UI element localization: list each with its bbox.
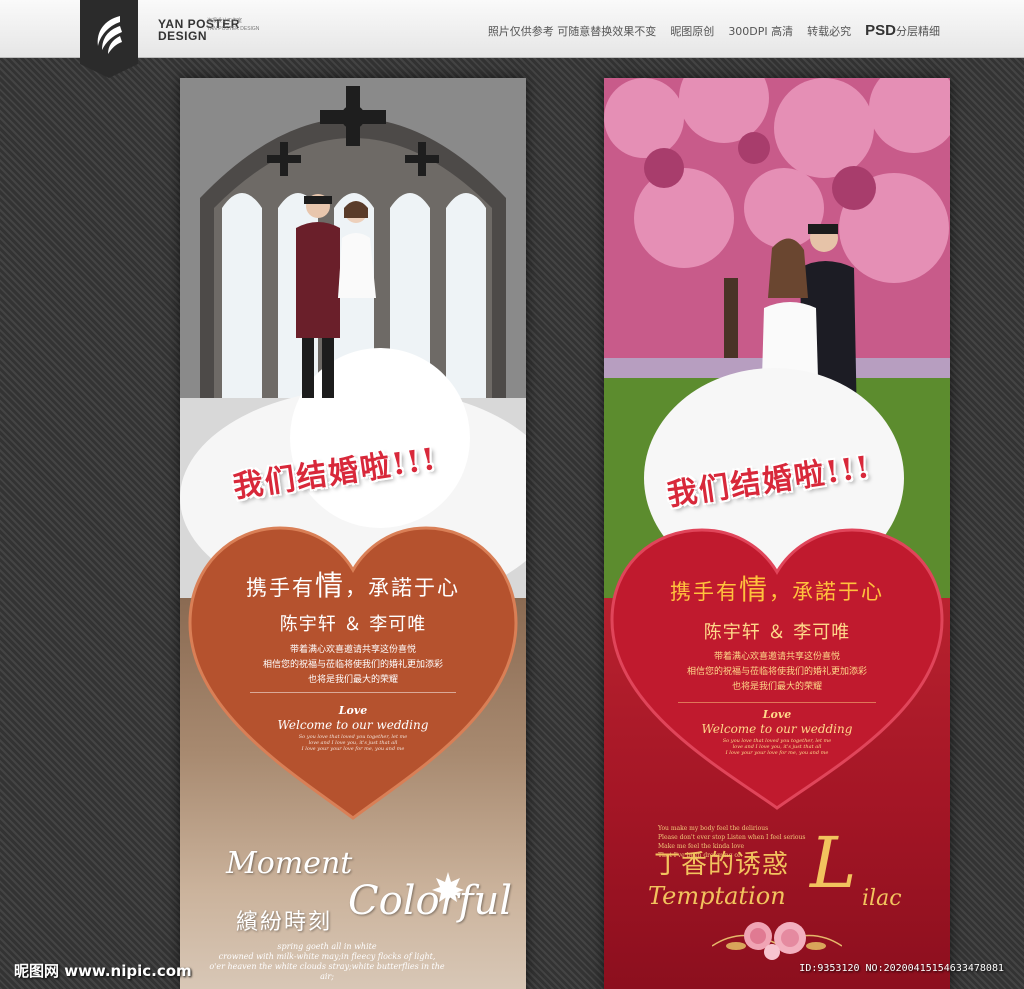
invitation-line: 相信您的祝福与莅临将使我们的婚礼更加添彩 [262,660,443,670]
moment-script: Moment [226,846,353,881]
spring-verse: spring goeth all in white crowned with m… [202,942,452,982]
invitation-line: 也将是我们最大的荣耀 [307,675,398,685]
note-psd: PSD [865,22,896,39]
poem-line: I love your your love for me, you and me [725,750,829,756]
poem-line: I love your your love for me, you and me [301,746,405,752]
lilac-script: ilac [862,886,902,911]
couple-names: 陈宇轩 ＆ 李可唯 [703,622,851,643]
welcome-text: Welcome to our wedding [277,718,429,732]
poster-right: 我们结婚啦!!! 携手有情，承諾于心 陈宇轩 ＆ 李可唯 带着满心欢喜邀请共享这… [604,78,950,989]
note-original: 昵图原创 [670,25,715,38]
love-poem: So you love that loved you together, let… [180,734,526,752]
invitation-text: 带着满心欢喜邀请共享这份喜悦 相信您的祝福与莅临将使我们的婚礼更加添彩 也将是我… [180,643,526,688]
verse-line: o'er heaven the white clouds stray;white… [209,962,445,981]
brand-subtitle-2: YAN POSTER DESIGN [207,26,260,32]
header-bar: YAN POSTER DESIGN 海报设计工作室 YAN POSTER DES… [0,0,1024,58]
brand-subtitle-1: 海报设计工作室 [207,18,243,24]
vow-part-b: ，承諾于心 [769,580,884,604]
love-poem: So you love that loved you together, let… [604,738,950,756]
invitation-line: 带着满心欢喜邀请共享这份喜悦 [713,652,840,662]
note-reference: 照片仅供参考 可随意替换效果不变 [487,25,657,38]
welcome-text: Welcome to our wedding [701,722,853,736]
verse-line: spring goeth all in white [277,942,377,951]
invitation-line: 也将是我们最大的荣耀 [731,682,822,692]
site-watermark: 昵图网 www.nipic.com [14,962,192,980]
id-watermark: ID:9353120 NO:20200415154633478081 [799,963,1004,974]
verse-line: crowned with milk-white may;in fleecy fl… [218,952,436,961]
note-psd-sub: 分层精细 [896,25,940,38]
vow-part-b: ，承諾于心 [345,576,460,600]
wing-logo [80,0,138,78]
vow-part-a: 携手有 [669,580,739,604]
invitation-line: 相信您的祝福与莅临将使我们的婚礼更加添彩 [686,667,867,677]
colorful-moment-title: 繽紛時刻 [236,910,333,935]
verse-line: Please don't ever stop Listen when I fee… [658,834,806,841]
vow-emphasis: 情 [738,573,769,606]
wing-icon [97,16,122,54]
lilac-initial: L [810,822,857,904]
verse-line: You make my body feel the delirious [658,825,769,832]
rose-ornament-icon [712,922,842,960]
header-notes: 照片仅供参考 可随意替换效果不变 昵图原创 300DPI 高清 转载必究 PSD… [488,22,940,39]
invitation-line: 带着满心欢喜邀请共享这份喜悦 [289,645,416,655]
note-copyright: 转载必究 [807,25,852,38]
love-badge: Love [338,704,368,717]
vow-text: 携手有情，承諾于心 [180,564,526,604]
invitation-text: 带着满心欢喜邀请共享这份喜悦 相信您的祝福与莅临将使我们的婚礼更加添彩 也将是我… [604,650,950,695]
lilac-title: 丁香的诱惑 [654,850,790,880]
divider-line [678,702,876,703]
vow-emphasis: 情 [314,569,345,602]
couple-names: 陈宇轩 ＆ 李可唯 [279,614,427,635]
vow-part-a: 携手有 [245,576,315,600]
maple-leaf-icon [432,872,464,902]
love-badge: Love [762,708,792,721]
poster-left: 我们结婚啦!!! 携手有情，承諾于心 陈宇轩 ＆ 李可唯 带着满心欢喜邀请共享这… [180,78,526,989]
divider-line [250,692,456,693]
note-dpi: 300DPI 高清 [728,25,794,38]
vow-text: 携手有情，承諾于心 [604,568,950,608]
